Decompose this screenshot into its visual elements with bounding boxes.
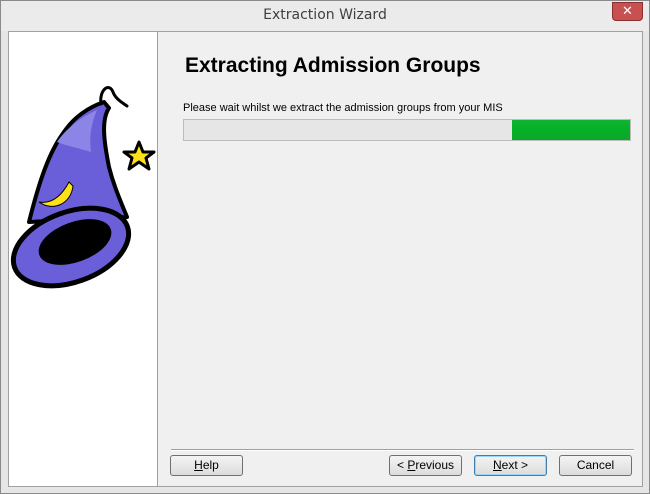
next-button[interactable]: Next > [474,455,547,476]
cancel-button[interactable]: Cancel [559,455,632,476]
button-divider [171,449,634,451]
wizard-hat-icon [10,86,156,289]
cancel-label: Cancel [576,458,615,472]
window-title: Extraction Wizard [263,7,387,23]
instruction-text: Please wait whilst we extract the admiss… [183,102,503,114]
title-bar[interactable]: Extraction Wizard ✕ [1,1,649,31]
previous-prefix: < [396,458,408,472]
progress-bar-fill [512,120,630,140]
close-icon: ✕ [622,4,633,19]
progress-bar [183,119,631,141]
extraction-wizard-window: Extraction Wizard ✕ Extracting Admission… [0,0,650,494]
next-mnemonic: N [492,458,502,472]
help-mnemonic: H [194,458,203,472]
previous-label: revious [415,458,455,472]
help-label: elp [202,458,219,472]
wizard-client-area: Extracting Admission Groups Please wait … [8,31,643,487]
previous-button[interactable]: < Previous [389,455,462,476]
next-label: ext > [501,458,529,472]
wizard-side-panel [9,32,158,486]
close-button[interactable]: ✕ [612,2,643,21]
page-title: Extracting Admission Groups [185,54,481,77]
help-button[interactable]: Help [170,455,243,476]
